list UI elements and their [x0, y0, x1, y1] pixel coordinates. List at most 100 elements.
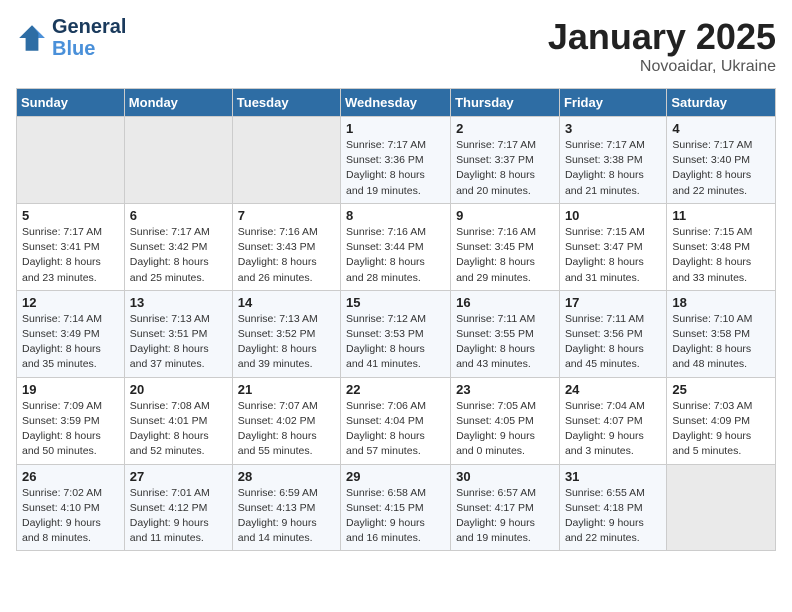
day-number: 12 — [22, 295, 119, 310]
day-number: 16 — [456, 295, 554, 310]
day-number: 13 — [130, 295, 227, 310]
calendar-week-row: 26 Sunrise: 7:02 AM Sunset: 4:10 PM Dayli… — [17, 464, 776, 551]
day-info: Sunrise: 7:17 AM Sunset: 3:41 PM Dayligh… — [22, 225, 119, 286]
day-info: Sunrise: 7:17 AM Sunset: 3:36 PM Dayligh… — [346, 138, 445, 199]
calendar-cell — [124, 117, 232, 204]
day-number: 28 — [238, 469, 335, 484]
day-number: 15 — [346, 295, 445, 310]
calendar-week-row: 5Sunrise: 7:17 AM Sunset: 3:41 PM Daylig… — [17, 203, 776, 290]
calendar-cell: 7 Sunrise: 7:16 AM Sunset: 3:43 PM Daylig… — [232, 203, 340, 290]
day-info: Sunrise: 7:17 AM Sunset: 3:40 PM Dayligh… — [672, 138, 770, 199]
calendar-week-row: 12 Sunrise: 7:14 AM Sunset: 3:49 PM Dayli… — [17, 290, 776, 377]
day-number: 11 — [672, 208, 770, 223]
calendar-cell: 19 Sunrise: 7:09 AM Sunset: 3:59 PM Dayli… — [17, 377, 125, 464]
column-header-friday: Friday — [559, 89, 666, 117]
calendar-cell: 9 Sunrise: 7:16 AM Sunset: 3:45 PM Daylig… — [451, 203, 560, 290]
day-number: 25 — [672, 382, 770, 397]
column-header-wednesday: Wednesday — [341, 89, 451, 117]
calendar-header-row: SundayMondayTuesdayWednesdayThursdayFrid… — [17, 89, 776, 117]
calendar-cell: 29 Sunrise: 6:58 AM Sunset: 4:15 PM Dayli… — [341, 464, 451, 551]
calendar-cell: 25 Sunrise: 7:03 AM Sunset: 4:09 PM Dayli… — [667, 377, 776, 464]
calendar-cell: 30Sunrise: 6:57 AM Sunset: 4:17 PM Dayli… — [451, 464, 560, 551]
day-info: Sunrise: 7:17 AM Sunset: 3:42 PM Dayligh… — [130, 225, 227, 286]
calendar-cell: 2 Sunrise: 7:17 AM Sunset: 3:37 PM Daylig… — [451, 117, 560, 204]
day-number: 18 — [672, 295, 770, 310]
day-info: Sunrise: 7:16 AM Sunset: 3:43 PM Dayligh… — [238, 225, 335, 286]
day-info: Sunrise: 6:57 AM Sunset: 4:17 PM Dayligh… — [456, 486, 554, 547]
calendar-table: SundayMondayTuesdayWednesdayThursdayFrid… — [16, 88, 776, 551]
day-info: Sunrise: 7:04 AM Sunset: 4:07 PM Dayligh… — [565, 399, 661, 460]
day-number: 29 — [346, 469, 445, 484]
day-info: Sunrise: 7:14 AM Sunset: 3:49 PM Dayligh… — [22, 312, 119, 373]
day-info: Sunrise: 7:15 AM Sunset: 3:47 PM Dayligh… — [565, 225, 661, 286]
logo-icon — [16, 22, 48, 54]
calendar-cell: 28 Sunrise: 6:59 AM Sunset: 4:13 PM Dayli… — [232, 464, 340, 551]
calendar-cell — [667, 464, 776, 551]
day-number: 4 — [672, 121, 770, 136]
day-number: 1 — [346, 121, 445, 136]
calendar-cell: 20 Sunrise: 7:08 AM Sunset: 4:01 PM Dayli… — [124, 377, 232, 464]
calendar-cell: 13 Sunrise: 7:13 AM Sunset: 3:51 PM Dayli… — [124, 290, 232, 377]
page-header: General Blue January 2025 Novoaidar, Ukr… — [16, 16, 776, 76]
day-info: Sunrise: 7:05 AM Sunset: 4:05 PM Dayligh… — [456, 399, 554, 460]
calendar-cell: 17Sunrise: 7:11 AM Sunset: 3:56 PM Dayli… — [559, 290, 666, 377]
day-number: 23 — [456, 382, 554, 397]
calendar-cell: 5Sunrise: 7:17 AM Sunset: 3:41 PM Daylig… — [17, 203, 125, 290]
day-info: Sunrise: 7:17 AM Sunset: 3:37 PM Dayligh… — [456, 138, 554, 199]
day-number: 19 — [22, 382, 119, 397]
day-number: 21 — [238, 382, 335, 397]
day-info: Sunrise: 7:13 AM Sunset: 3:51 PM Dayligh… — [130, 312, 227, 373]
day-number: 22 — [346, 382, 445, 397]
day-number: 9 — [456, 208, 554, 223]
day-number: 26 — [22, 469, 119, 484]
calendar-cell: 15 Sunrise: 7:12 AM Sunset: 3:53 PM Dayli… — [341, 290, 451, 377]
calendar-cell — [17, 117, 125, 204]
day-info: Sunrise: 7:01 AM Sunset: 4:12 PM Dayligh… — [130, 486, 227, 547]
calendar-cell: 21 Sunrise: 7:07 AM Sunset: 4:02 PM Dayli… — [232, 377, 340, 464]
column-header-saturday: Saturday — [667, 89, 776, 117]
day-number: 2 — [456, 121, 554, 136]
calendar-cell: 22 Sunrise: 7:06 AM Sunset: 4:04 PM Dayli… — [341, 377, 451, 464]
calendar-cell: 4 Sunrise: 7:17 AM Sunset: 3:40 PM Daylig… — [667, 117, 776, 204]
calendar-week-row: 1 Sunrise: 7:17 AM Sunset: 3:36 PM Daylig… — [17, 117, 776, 204]
day-info: Sunrise: 7:08 AM Sunset: 4:01 PM Dayligh… — [130, 399, 227, 460]
calendar-cell: 31Sunrise: 6:55 AM Sunset: 4:18 PM Dayli… — [559, 464, 666, 551]
day-number: 20 — [130, 382, 227, 397]
day-number: 6 — [130, 208, 227, 223]
day-info: Sunrise: 7:13 AM Sunset: 3:52 PM Dayligh… — [238, 312, 335, 373]
day-info: Sunrise: 7:06 AM Sunset: 4:04 PM Dayligh… — [346, 399, 445, 460]
day-number: 14 — [238, 295, 335, 310]
day-number: 24 — [565, 382, 661, 397]
day-info: Sunrise: 7:16 AM Sunset: 3:45 PM Dayligh… — [456, 225, 554, 286]
calendar-cell: 1 Sunrise: 7:17 AM Sunset: 3:36 PM Daylig… — [341, 117, 451, 204]
logo: General Blue — [16, 16, 126, 60]
calendar-cell: 3Sunrise: 7:17 AM Sunset: 3:38 PM Daylig… — [559, 117, 666, 204]
location-subtitle: Novoaidar, Ukraine — [548, 58, 776, 76]
day-info: Sunrise: 6:58 AM Sunset: 4:15 PM Dayligh… — [346, 486, 445, 547]
day-info: Sunrise: 7:03 AM Sunset: 4:09 PM Dayligh… — [672, 399, 770, 460]
day-info: Sunrise: 7:09 AM Sunset: 3:59 PM Dayligh… — [22, 399, 119, 460]
calendar-cell: 6 Sunrise: 7:17 AM Sunset: 3:42 PM Daylig… — [124, 203, 232, 290]
day-number: 10 — [565, 208, 661, 223]
calendar-cell: 14 Sunrise: 7:13 AM Sunset: 3:52 PM Dayli… — [232, 290, 340, 377]
day-info: Sunrise: 7:07 AM Sunset: 4:02 PM Dayligh… — [238, 399, 335, 460]
day-number: 7 — [238, 208, 335, 223]
calendar-week-row: 19 Sunrise: 7:09 AM Sunset: 3:59 PM Dayli… — [17, 377, 776, 464]
day-info: Sunrise: 7:11 AM Sunset: 3:56 PM Dayligh… — [565, 312, 661, 373]
month-title: January 2025 — [548, 16, 776, 58]
day-number: 8 — [346, 208, 445, 223]
day-info: Sunrise: 7:02 AM Sunset: 4:10 PM Dayligh… — [22, 486, 119, 547]
day-info: Sunrise: 7:12 AM Sunset: 3:53 PM Dayligh… — [346, 312, 445, 373]
calendar-cell: 23 Sunrise: 7:05 AM Sunset: 4:05 PM Dayli… — [451, 377, 560, 464]
day-info: Sunrise: 6:59 AM Sunset: 4:13 PM Dayligh… — [238, 486, 335, 547]
calendar-cell: 18Sunrise: 7:10 AM Sunset: 3:58 PM Dayli… — [667, 290, 776, 377]
calendar-cell: 27Sunrise: 7:01 AM Sunset: 4:12 PM Dayli… — [124, 464, 232, 551]
calendar-cell: 12 Sunrise: 7:14 AM Sunset: 3:49 PM Dayli… — [17, 290, 125, 377]
day-number: 31 — [565, 469, 661, 484]
title-block: January 2025 Novoaidar, Ukraine — [548, 16, 776, 76]
calendar-cell: 26 Sunrise: 7:02 AM Sunset: 4:10 PM Dayli… — [17, 464, 125, 551]
calendar-cell — [232, 117, 340, 204]
day-info: Sunrise: 7:15 AM Sunset: 3:48 PM Dayligh… — [672, 225, 770, 286]
calendar-cell: 10 Sunrise: 7:15 AM Sunset: 3:47 PM Dayli… — [559, 203, 666, 290]
day-info: Sunrise: 7:11 AM Sunset: 3:55 PM Dayligh… — [456, 312, 554, 373]
